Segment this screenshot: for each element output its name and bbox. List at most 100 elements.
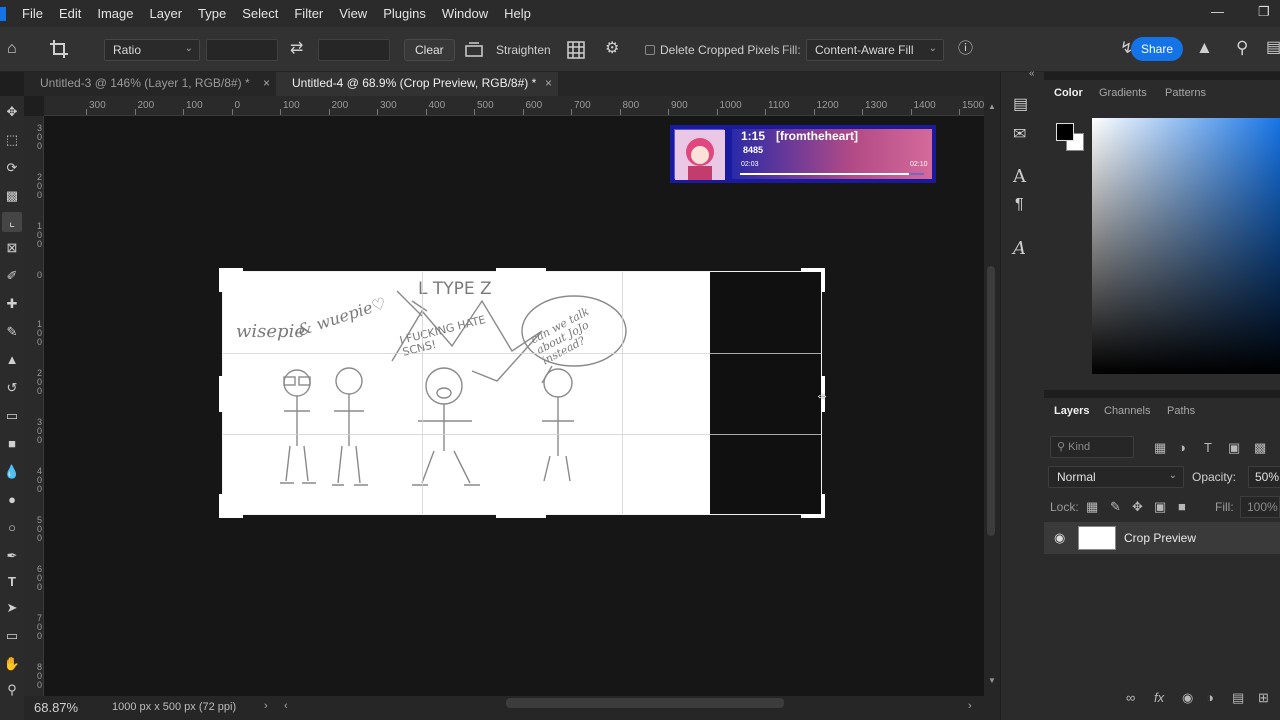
tab-paths[interactable]: Paths	[1167, 405, 1195, 417]
new-layer-icon[interactable]: ⊞	[1258, 690, 1269, 706]
scroll-down-icon[interactable]: ▼	[988, 676, 996, 685]
tab-gradients[interactable]: Gradients	[1099, 87, 1147, 99]
menu-edit[interactable]: Edit	[59, 6, 81, 21]
history-brush-tool-icon[interactable]: ↺	[2, 378, 22, 398]
workspace-icon[interactable]: ▤	[1266, 40, 1280, 56]
grid-overlay-icon[interactable]	[567, 41, 585, 59]
marquee-tool-icon[interactable]: ⬚	[2, 130, 22, 150]
gear-icon[interactable]: ⚙	[605, 41, 619, 57]
menu-file[interactable]: File	[22, 6, 43, 21]
share-button[interactable]: Share	[1131, 37, 1183, 61]
crop-handle-top[interactable]	[496, 268, 546, 272]
comment-icon[interactable]: ✉	[1013, 124, 1026, 144]
menu-plugins[interactable]: Plugins	[383, 6, 426, 21]
foreground-color-swatch[interactable]	[1056, 123, 1074, 141]
healing-brush-tool-icon[interactable]: ✚	[2, 294, 22, 314]
tab-untitled-3[interactable]: Untitled-3 @ 146% (Layer 1, RGB/8#) * ×	[24, 72, 276, 96]
scroll-left-icon[interactable]: ‹	[284, 700, 288, 712]
lock-all-icon[interactable]: ■	[1178, 499, 1186, 514]
eyedropper-tool-icon[interactable]: ✐	[2, 266, 22, 286]
crop-handle-bottom-left[interactable]	[219, 494, 243, 518]
crop-tool-icon[interactable]: ⌞	[2, 212, 22, 232]
eraser-tool-icon[interactable]: ▭	[2, 406, 22, 426]
swap-icon[interactable]: ⇄	[290, 41, 303, 57]
layer-style-icon[interactable]: fx	[1154, 690, 1164, 705]
menu-view[interactable]: View	[339, 6, 367, 21]
minimize-icon[interactable]: —	[1211, 4, 1224, 19]
path-select-tool-icon[interactable]: ➤	[2, 598, 22, 618]
sponge-tool-icon[interactable]: ○	[2, 518, 22, 538]
type-tool-icon[interactable]: T	[2, 572, 22, 592]
new-group-icon[interactable]: ▤	[1232, 690, 1244, 706]
ratio-height-input[interactable]	[318, 39, 390, 61]
glyphs-icon[interactable]: A	[1013, 238, 1026, 259]
status-expand-icon[interactable]: ›	[264, 700, 268, 712]
layer-row[interactable]: ◉ Crop Preview	[1044, 522, 1280, 554]
pen-tool-icon[interactable]: ✒	[2, 546, 22, 566]
search-icon[interactable]: ⚲	[1236, 39, 1248, 56]
lasso-tool-icon[interactable]: ⟳	[2, 158, 22, 178]
tab-layers[interactable]: Layers	[1054, 405, 1089, 417]
color-picker-field[interactable]	[1092, 118, 1280, 374]
vertical-scrollbar[interactable]: ▲ ▼	[984, 96, 1000, 696]
tab-untitled-4[interactable]: Untitled-4 @ 68.9% (Crop Preview, RGB/8#…	[276, 72, 558, 96]
hand-tool-icon[interactable]: ✋	[2, 654, 22, 674]
opacity-input[interactable]: 50%	[1248, 466, 1280, 488]
crop-handle-top-left[interactable]	[219, 268, 243, 292]
canvas-area[interactable]: 1:15 [fromtheheart] 8485 02:03 02:10 wis…	[44, 116, 984, 696]
filter-type-icon[interactable]: T	[1204, 440, 1212, 455]
vertical-scroll-thumb[interactable]	[987, 266, 995, 536]
lock-artboard-icon[interactable]: ▣	[1154, 499, 1166, 515]
layer-filter-select[interactable]: ⚲ Kind	[1050, 436, 1134, 458]
crop-tool-icon[interactable]	[49, 39, 69, 59]
blur-tool-icon[interactable]: 💧	[2, 462, 22, 482]
layer-name[interactable]: Crop Preview	[1124, 531, 1196, 545]
rectangle-tool-icon[interactable]: ▭	[2, 626, 22, 646]
tab-channels[interactable]: Channels	[1104, 405, 1150, 417]
crop-handle-left[interactable]	[219, 376, 223, 412]
link-layers-icon[interactable]: ∞	[1126, 690, 1135, 705]
brush-tool-icon[interactable]: ✎	[2, 322, 22, 342]
zoom-tool-icon[interactable]: ⚲	[2, 680, 22, 700]
crop-box[interactable]	[222, 271, 822, 515]
close-icon[interactable]: ×	[545, 72, 552, 94]
blend-mode-select[interactable]: Normal ⌄	[1048, 466, 1184, 488]
tab-color[interactable]: Color	[1054, 87, 1083, 99]
close-icon[interactable]: ×	[263, 72, 270, 94]
move-tool-icon[interactable]: ✥	[2, 102, 22, 122]
filter-shape-icon[interactable]: ▣	[1228, 440, 1240, 456]
eye-icon[interactable]: ◉	[1054, 530, 1065, 546]
menu-filter[interactable]: Filter	[294, 6, 323, 21]
filter-smart-object-icon[interactable]: ▩	[1254, 440, 1266, 456]
fill-input[interactable]: 100%	[1240, 496, 1280, 518]
menu-window[interactable]: Window	[442, 6, 488, 21]
adjustment-layer-icon[interactable]: ◑	[1206, 690, 1214, 705]
menu-select[interactable]: Select	[242, 6, 278, 21]
menu-image[interactable]: Image	[97, 6, 133, 21]
paragraph-icon[interactable]: ¶	[1015, 196, 1024, 214]
delete-cropped-checkbox[interactable]	[645, 45, 655, 55]
crop-handle-top-right[interactable]	[801, 268, 825, 292]
scroll-up-icon[interactable]: ▲	[988, 102, 996, 111]
crop-handle-bottom[interactable]	[496, 514, 546, 518]
straighten-icon[interactable]	[465, 42, 483, 58]
clear-button[interactable]: Clear	[404, 39, 455, 61]
object-select-tool-icon[interactable]: ▩	[2, 186, 22, 206]
home-icon[interactable]: ⌂	[7, 41, 17, 57]
horizontal-scroll-thumb[interactable]	[506, 698, 784, 708]
gradient-tool-icon[interactable]: ■	[2, 434, 22, 454]
dodge-tool-icon[interactable]: ●	[2, 490, 22, 510]
ratio-width-input[interactable]	[206, 39, 278, 61]
menu-layer[interactable]: Layer	[150, 6, 183, 21]
crop-handle-bottom-right[interactable]	[801, 494, 825, 518]
straighten-button[interactable]: Straighten	[496, 43, 551, 57]
add-mask-icon[interactable]: ◉	[1182, 690, 1193, 706]
megaphone-icon[interactable]: ▲	[1196, 39, 1213, 56]
lock-transparent-icon[interactable]: ▦	[1086, 499, 1098, 515]
stamp-tool-icon[interactable]: ▲	[2, 350, 22, 370]
scroll-right-icon[interactable]: ›	[968, 700, 972, 712]
info-icon[interactable]: ⓘ	[958, 41, 973, 57]
lock-position-icon[interactable]: ✥	[1132, 499, 1143, 515]
lock-image-icon[interactable]: ✎	[1110, 499, 1121, 515]
filter-pixel-icon[interactable]: ▦	[1154, 440, 1166, 456]
